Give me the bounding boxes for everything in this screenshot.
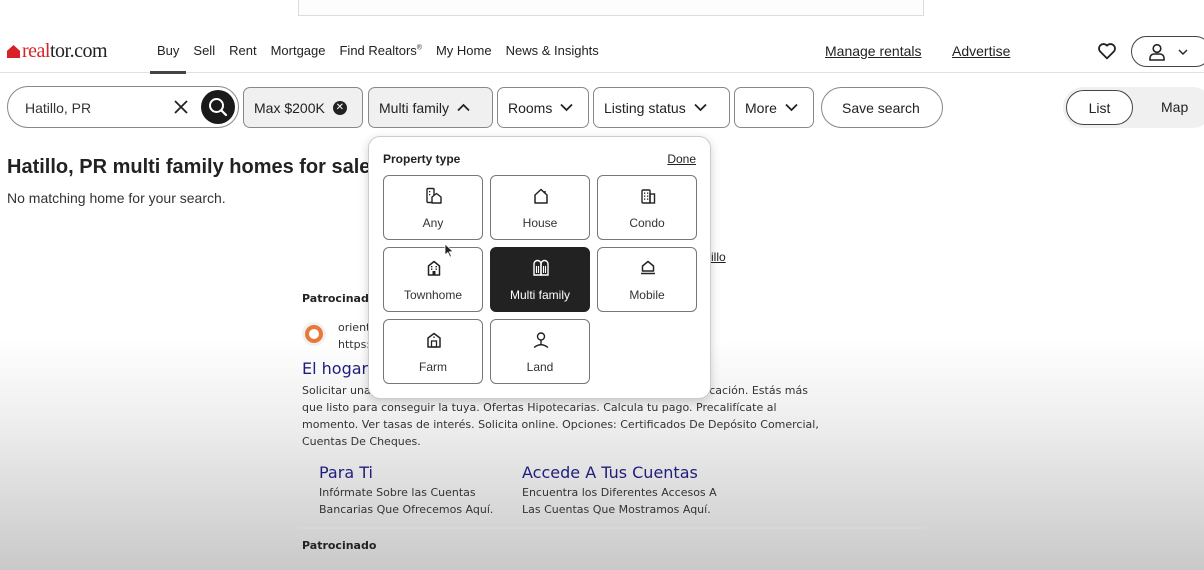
- map-view-button[interactable]: Map: [1161, 99, 1188, 115]
- dropdown-title: Property type: [383, 152, 461, 166]
- realtor-logo[interactable]: realtor.com: [7, 40, 108, 63]
- nav-buy[interactable]: Buy: [150, 30, 187, 74]
- house-icon: [534, 188, 548, 204]
- remove-filter-icon[interactable]: ✕: [332, 100, 347, 115]
- partial-location-link[interactable]: illo: [711, 250, 726, 264]
- logo-house-icon: [7, 45, 20, 58]
- manage-rentals-link[interactable]: Manage rentals: [825, 43, 922, 59]
- advertiser-info[interactable]: orient https:: [338, 319, 370, 353]
- top-ad-frame: [298, 0, 924, 16]
- ad-sitelink[interactable]: Accede A Tus Cuentas Encuentra los Difer…: [522, 463, 717, 518]
- view-toggle: List Map: [1063, 87, 1204, 128]
- property-type-dropdown: Property type Done Any House Condo Townh…: [368, 136, 711, 399]
- chevron-down-icon: [785, 103, 798, 112]
- ad-headline-link[interactable]: El hogar: [302, 359, 368, 378]
- nav-find-realtors[interactable]: Find Realtors®: [332, 30, 428, 73]
- property-option-any[interactable]: Any: [383, 175, 483, 240]
- property-option-townhome[interactable]: Townhome: [383, 247, 483, 312]
- mobile-home-icon: [641, 260, 655, 275]
- property-option-mobile[interactable]: Mobile: [597, 247, 697, 312]
- nav-sell[interactable]: Sell: [186, 30, 222, 73]
- nav-mortgage[interactable]: Mortgage: [264, 30, 333, 73]
- main-nav: Buy Sell Rent Mortgage Find Realtors® My…: [150, 30, 606, 74]
- heart-icon[interactable]: [1097, 42, 1117, 60]
- property-type-filter-chip[interactable]: Multi family: [368, 87, 493, 128]
- ad-sitelink[interactable]: Para Ti Infórmate Sobre las Cuentas Banc…: [319, 463, 493, 518]
- chevron-down-icon: [694, 103, 707, 112]
- property-option-multi-family[interactable]: Multi family: [490, 247, 590, 312]
- site-header: realtor.com Buy Sell Rent Mortgage Find …: [0, 30, 1204, 74]
- advertise-link[interactable]: Advertise: [952, 43, 1010, 59]
- nav-my-home[interactable]: My Home: [429, 30, 499, 73]
- advertiser-logo-icon: [305, 325, 323, 343]
- property-option-farm[interactable]: Farm: [383, 319, 483, 384]
- chevron-up-icon: [457, 103, 470, 112]
- rooms-filter-chip[interactable]: Rooms: [497, 87, 589, 128]
- listing-status-filter-chip[interactable]: Listing status: [593, 87, 730, 128]
- more-filters-chip[interactable]: More: [734, 87, 814, 128]
- multi-family-icon: [533, 259, 549, 276]
- farm-icon: [427, 332, 441, 348]
- list-view-button[interactable]: List: [1066, 90, 1133, 125]
- logo-text: realtor.com: [22, 40, 108, 62]
- price-filter-chip[interactable]: Max $200K ✕: [243, 87, 363, 128]
- user-menu-button[interactable]: [1131, 36, 1204, 67]
- nav-news-insights[interactable]: News & Insights: [499, 30, 606, 73]
- search-value[interactable]: Hatillo, PR: [25, 100, 91, 116]
- land-icon: [533, 332, 549, 349]
- nav-rent[interactable]: Rent: [222, 30, 263, 73]
- property-option-condo[interactable]: Condo: [597, 175, 697, 240]
- no-results-message: No matching home for your search.: [7, 190, 226, 206]
- sponsored-label: Patrocinado: [302, 292, 377, 305]
- done-button[interactable]: Done: [667, 152, 696, 166]
- user-icon: [1149, 43, 1165, 61]
- any-property-icon: [426, 187, 442, 204]
- condo-icon: [641, 189, 656, 204]
- search-button[interactable]: [201, 90, 235, 124]
- property-option-house[interactable]: House: [490, 175, 590, 240]
- close-icon[interactable]: [174, 100, 188, 114]
- chevron-down-icon: [560, 103, 573, 112]
- townhome-icon: [427, 260, 441, 276]
- location-search-input[interactable]: Hatillo, PR: [7, 86, 239, 128]
- page-title: Hatillo, PR multi family homes for sale: [7, 156, 369, 178]
- property-option-land[interactable]: Land: [490, 319, 590, 384]
- ad-divider: [300, 527, 924, 529]
- save-search-button[interactable]: Save search: [821, 87, 943, 128]
- mouse-cursor-icon: [444, 243, 454, 258]
- chevron-down-icon: [1178, 49, 1188, 55]
- search-icon: [209, 98, 228, 117]
- sponsored-label: Patrocinado: [302, 539, 377, 552]
